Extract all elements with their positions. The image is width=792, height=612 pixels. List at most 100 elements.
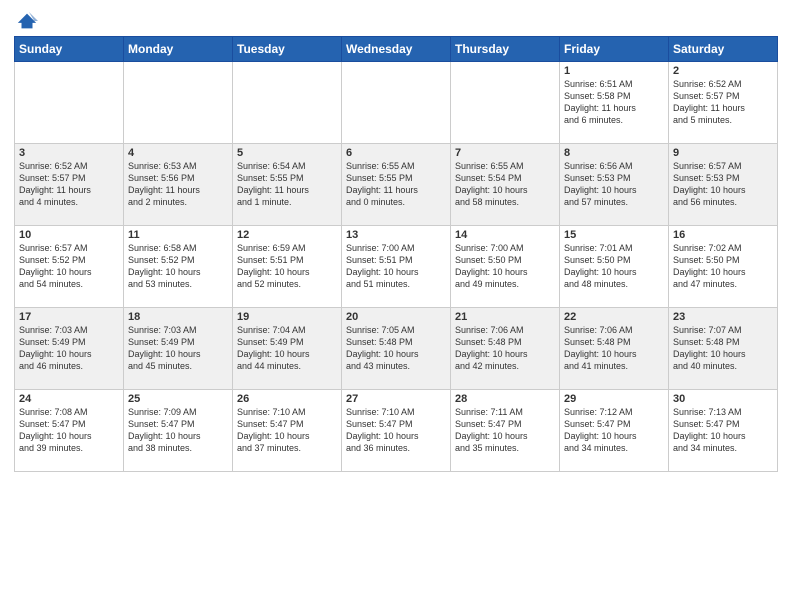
day-cell: 30Sunrise: 7:13 AM Sunset: 5:47 PM Dayli… xyxy=(669,390,778,472)
weekday-saturday: Saturday xyxy=(669,37,778,62)
weekday-header-row: SundayMondayTuesdayWednesdayThursdayFrid… xyxy=(15,37,778,62)
day-cell: 3Sunrise: 6:52 AM Sunset: 5:57 PM Daylig… xyxy=(15,144,124,226)
day-number: 5 xyxy=(237,147,337,159)
day-number: 22 xyxy=(564,311,664,323)
day-info: Sunrise: 7:11 AM Sunset: 5:47 PM Dayligh… xyxy=(455,406,555,455)
day-number: 8 xyxy=(564,147,664,159)
day-number: 17 xyxy=(19,311,119,323)
day-info: Sunrise: 7:06 AM Sunset: 5:48 PM Dayligh… xyxy=(564,324,664,373)
day-number: 20 xyxy=(346,311,446,323)
day-info: Sunrise: 6:58 AM Sunset: 5:52 PM Dayligh… xyxy=(128,242,228,291)
day-cell xyxy=(233,62,342,144)
day-cell: 15Sunrise: 7:01 AM Sunset: 5:50 PM Dayli… xyxy=(560,226,669,308)
day-number: 7 xyxy=(455,147,555,159)
day-info: Sunrise: 7:12 AM Sunset: 5:47 PM Dayligh… xyxy=(564,406,664,455)
day-info: Sunrise: 7:05 AM Sunset: 5:48 PM Dayligh… xyxy=(346,324,446,373)
day-info: Sunrise: 6:57 AM Sunset: 5:52 PM Dayligh… xyxy=(19,242,119,291)
day-info: Sunrise: 6:54 AM Sunset: 5:55 PM Dayligh… xyxy=(237,160,337,209)
day-cell: 4Sunrise: 6:53 AM Sunset: 5:56 PM Daylig… xyxy=(124,144,233,226)
day-info: Sunrise: 7:00 AM Sunset: 5:50 PM Dayligh… xyxy=(455,242,555,291)
week-row-1: 3Sunrise: 6:52 AM Sunset: 5:57 PM Daylig… xyxy=(15,144,778,226)
day-info: Sunrise: 6:55 AM Sunset: 5:55 PM Dayligh… xyxy=(346,160,446,209)
weekday-tuesday: Tuesday xyxy=(233,37,342,62)
day-cell xyxy=(15,62,124,144)
day-cell: 2Sunrise: 6:52 AM Sunset: 5:57 PM Daylig… xyxy=(669,62,778,144)
day-cell: 6Sunrise: 6:55 AM Sunset: 5:55 PM Daylig… xyxy=(342,144,451,226)
day-cell: 14Sunrise: 7:00 AM Sunset: 5:50 PM Dayli… xyxy=(451,226,560,308)
day-info: Sunrise: 7:03 AM Sunset: 5:49 PM Dayligh… xyxy=(19,324,119,373)
day-cell: 29Sunrise: 7:12 AM Sunset: 5:47 PM Dayli… xyxy=(560,390,669,472)
day-cell: 28Sunrise: 7:11 AM Sunset: 5:47 PM Dayli… xyxy=(451,390,560,472)
day-number: 21 xyxy=(455,311,555,323)
day-cell: 24Sunrise: 7:08 AM Sunset: 5:47 PM Dayli… xyxy=(15,390,124,472)
day-number: 2 xyxy=(673,65,773,77)
day-number: 18 xyxy=(128,311,228,323)
day-number: 13 xyxy=(346,229,446,241)
day-info: Sunrise: 6:55 AM Sunset: 5:54 PM Dayligh… xyxy=(455,160,555,209)
day-number: 15 xyxy=(564,229,664,241)
day-info: Sunrise: 6:51 AM Sunset: 5:58 PM Dayligh… xyxy=(564,78,664,127)
day-info: Sunrise: 6:52 AM Sunset: 5:57 PM Dayligh… xyxy=(673,78,773,127)
day-info: Sunrise: 7:13 AM Sunset: 5:47 PM Dayligh… xyxy=(673,406,773,455)
day-cell: 9Sunrise: 6:57 AM Sunset: 5:53 PM Daylig… xyxy=(669,144,778,226)
day-cell xyxy=(451,62,560,144)
day-info: Sunrise: 7:10 AM Sunset: 5:47 PM Dayligh… xyxy=(346,406,446,455)
day-cell: 11Sunrise: 6:58 AM Sunset: 5:52 PM Dayli… xyxy=(124,226,233,308)
day-number: 29 xyxy=(564,393,664,405)
day-cell: 17Sunrise: 7:03 AM Sunset: 5:49 PM Dayli… xyxy=(15,308,124,390)
day-number: 3 xyxy=(19,147,119,159)
day-info: Sunrise: 7:10 AM Sunset: 5:47 PM Dayligh… xyxy=(237,406,337,455)
day-number: 25 xyxy=(128,393,228,405)
day-cell: 12Sunrise: 6:59 AM Sunset: 5:51 PM Dayli… xyxy=(233,226,342,308)
day-number: 6 xyxy=(346,147,446,159)
day-cell: 8Sunrise: 6:56 AM Sunset: 5:53 PM Daylig… xyxy=(560,144,669,226)
logo-icon xyxy=(16,10,38,32)
day-info: Sunrise: 7:01 AM Sunset: 5:50 PM Dayligh… xyxy=(564,242,664,291)
day-info: Sunrise: 7:02 AM Sunset: 5:50 PM Dayligh… xyxy=(673,242,773,291)
day-number: 16 xyxy=(673,229,773,241)
week-row-4: 24Sunrise: 7:08 AM Sunset: 5:47 PM Dayli… xyxy=(15,390,778,472)
day-number: 4 xyxy=(128,147,228,159)
day-number: 27 xyxy=(346,393,446,405)
day-number: 19 xyxy=(237,311,337,323)
day-cell: 25Sunrise: 7:09 AM Sunset: 5:47 PM Dayli… xyxy=(124,390,233,472)
day-cell: 20Sunrise: 7:05 AM Sunset: 5:48 PM Dayli… xyxy=(342,308,451,390)
weekday-wednesday: Wednesday xyxy=(342,37,451,62)
day-info: Sunrise: 7:07 AM Sunset: 5:48 PM Dayligh… xyxy=(673,324,773,373)
day-number: 24 xyxy=(19,393,119,405)
day-number: 12 xyxy=(237,229,337,241)
week-row-2: 10Sunrise: 6:57 AM Sunset: 5:52 PM Dayli… xyxy=(15,226,778,308)
day-cell: 21Sunrise: 7:06 AM Sunset: 5:48 PM Dayli… xyxy=(451,308,560,390)
day-info: Sunrise: 6:59 AM Sunset: 5:51 PM Dayligh… xyxy=(237,242,337,291)
day-cell: 1Sunrise: 6:51 AM Sunset: 5:58 PM Daylig… xyxy=(560,62,669,144)
weekday-thursday: Thursday xyxy=(451,37,560,62)
weekday-sunday: Sunday xyxy=(15,37,124,62)
calendar: SundayMondayTuesdayWednesdayThursdayFrid… xyxy=(14,36,778,472)
day-info: Sunrise: 6:53 AM Sunset: 5:56 PM Dayligh… xyxy=(128,160,228,209)
day-cell: 5Sunrise: 6:54 AM Sunset: 5:55 PM Daylig… xyxy=(233,144,342,226)
day-number: 10 xyxy=(19,229,119,241)
day-info: Sunrise: 6:52 AM Sunset: 5:57 PM Dayligh… xyxy=(19,160,119,209)
day-number: 11 xyxy=(128,229,228,241)
header xyxy=(14,10,778,28)
day-number: 28 xyxy=(455,393,555,405)
day-info: Sunrise: 7:04 AM Sunset: 5:49 PM Dayligh… xyxy=(237,324,337,373)
day-info: Sunrise: 7:00 AM Sunset: 5:51 PM Dayligh… xyxy=(346,242,446,291)
day-info: Sunrise: 6:56 AM Sunset: 5:53 PM Dayligh… xyxy=(564,160,664,209)
day-cell: 13Sunrise: 7:00 AM Sunset: 5:51 PM Dayli… xyxy=(342,226,451,308)
page-container: SundayMondayTuesdayWednesdayThursdayFrid… xyxy=(0,0,792,612)
day-cell xyxy=(342,62,451,144)
day-cell: 10Sunrise: 6:57 AM Sunset: 5:52 PM Dayli… xyxy=(15,226,124,308)
weekday-friday: Friday xyxy=(560,37,669,62)
weekday-monday: Monday xyxy=(124,37,233,62)
day-cell: 27Sunrise: 7:10 AM Sunset: 5:47 PM Dayli… xyxy=(342,390,451,472)
day-cell xyxy=(124,62,233,144)
week-row-0: 1Sunrise: 6:51 AM Sunset: 5:58 PM Daylig… xyxy=(15,62,778,144)
day-cell: 23Sunrise: 7:07 AM Sunset: 5:48 PM Dayli… xyxy=(669,308,778,390)
day-number: 23 xyxy=(673,311,773,323)
day-cell: 19Sunrise: 7:04 AM Sunset: 5:49 PM Dayli… xyxy=(233,308,342,390)
day-number: 26 xyxy=(237,393,337,405)
day-cell: 22Sunrise: 7:06 AM Sunset: 5:48 PM Dayli… xyxy=(560,308,669,390)
day-cell: 7Sunrise: 6:55 AM Sunset: 5:54 PM Daylig… xyxy=(451,144,560,226)
day-number: 14 xyxy=(455,229,555,241)
